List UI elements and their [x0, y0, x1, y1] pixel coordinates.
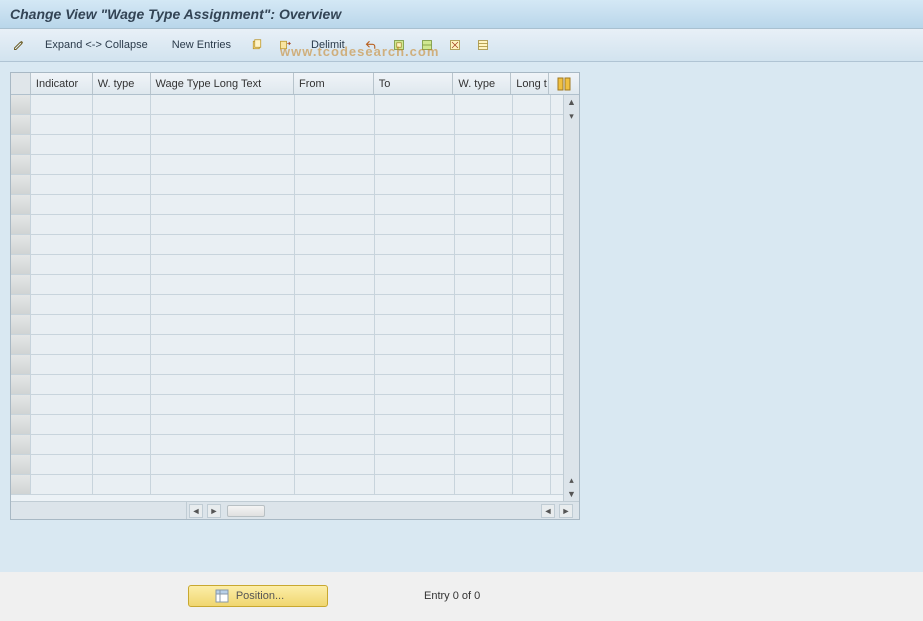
scroll-left-end-icon[interactable]: ◄ [541, 504, 555, 518]
table-row [11, 375, 579, 395]
scrollbar-thumb[interactable] [227, 505, 265, 517]
select-all-handle[interactable] [11, 73, 31, 94]
col-indicator[interactable]: Indicator [31, 73, 93, 94]
row-selector[interactable] [11, 155, 31, 174]
row-selector[interactable] [11, 395, 31, 414]
table-row [11, 115, 579, 135]
row-selector[interactable] [11, 215, 31, 234]
table-row [11, 335, 579, 355]
scroll-up-step-icon[interactable]: ▾ [564, 109, 579, 123]
row-selector[interactable] [11, 235, 31, 254]
select-all-icon[interactable] [388, 34, 410, 56]
select-block-icon[interactable] [416, 34, 438, 56]
table-row [11, 235, 579, 255]
row-selector[interactable] [11, 355, 31, 374]
col-long2[interactable]: Long t [511, 73, 549, 94]
table-row [11, 415, 579, 435]
entry-status: Entry 0 of 0 [424, 590, 480, 602]
scroll-down-arrow-icon[interactable]: ▼ [564, 487, 579, 501]
main-content-area: Indicator W. type Wage Type Long Text Fr… [0, 62, 923, 572]
table-row [11, 195, 579, 215]
position-button-label: Position... [236, 590, 284, 602]
col-to[interactable]: To [374, 73, 454, 94]
table-row [11, 175, 579, 195]
table-row [11, 395, 579, 415]
table-row [11, 435, 579, 455]
row-selector[interactable] [11, 375, 31, 394]
table-row [11, 475, 579, 495]
row-selector[interactable] [11, 335, 31, 354]
undo-icon[interactable] [360, 34, 382, 56]
horizontal-scrollbar[interactable]: ◄ ► ◄ ► [11, 501, 579, 519]
table-settings-icon[interactable] [472, 34, 494, 56]
table-header-row: Indicator W. type Wage Type Long Text Fr… [11, 73, 579, 95]
row-selector[interactable] [11, 195, 31, 214]
copy-icon[interactable] [246, 34, 268, 56]
table-row [11, 135, 579, 155]
table-row [11, 455, 579, 475]
scroll-up-arrow-icon[interactable]: ▲ [564, 95, 579, 109]
row-selector[interactable] [11, 175, 31, 194]
position-button[interactable]: Position... [188, 585, 328, 607]
toggle-display-change-icon[interactable] [8, 34, 30, 56]
deselect-all-icon[interactable] [444, 34, 466, 56]
table-body [11, 95, 579, 519]
table-row [11, 295, 579, 315]
col-wtype2[interactable]: W. type [453, 73, 511, 94]
table-row [11, 155, 579, 175]
expand-collapse-button[interactable]: Expand <-> Collapse [36, 34, 157, 56]
row-selector[interactable] [11, 135, 31, 154]
row-selector[interactable] [11, 315, 31, 334]
table-row [11, 315, 579, 335]
delimit-button[interactable]: Delimit [302, 34, 354, 56]
row-selector[interactable] [11, 115, 31, 134]
table-row [11, 355, 579, 375]
row-selector[interactable] [11, 275, 31, 294]
toolbar: Expand <-> Collapse New Entries Delimit [0, 29, 923, 62]
row-selector[interactable] [11, 415, 31, 434]
row-selector[interactable] [11, 455, 31, 474]
copy-as-icon[interactable] [274, 34, 296, 56]
footer: Position... Entry 0 of 0 [0, 585, 923, 607]
vertical-scrollbar[interactable]: ▲ ▾ ▴ ▼ [563, 95, 579, 501]
page-title: Change View "Wage Type Assignment": Over… [10, 6, 913, 22]
row-selector[interactable] [11, 95, 31, 114]
title-bar: Change View "Wage Type Assignment": Over… [0, 0, 923, 29]
col-wtype[interactable]: W. type [93, 73, 151, 94]
scroll-left-arrow-icon[interactable]: ◄ [189, 504, 203, 518]
row-selector[interactable] [11, 295, 31, 314]
position-icon [214, 588, 230, 604]
row-selector[interactable] [11, 435, 31, 454]
table-row [11, 275, 579, 295]
col-from[interactable]: From [294, 73, 374, 94]
scroll-right-arrow-icon[interactable]: ► [207, 504, 221, 518]
table-config-icon[interactable] [549, 73, 579, 94]
new-entries-button[interactable]: New Entries [163, 34, 240, 56]
col-longtext[interactable]: Wage Type Long Text [151, 73, 294, 94]
table-row [11, 255, 579, 275]
scroll-right-end-icon[interactable]: ► [559, 504, 573, 518]
table-row [11, 95, 579, 115]
row-selector[interactable] [11, 255, 31, 274]
scroll-down-step-icon[interactable]: ▴ [564, 473, 579, 487]
table-row [11, 215, 579, 235]
data-table: Indicator W. type Wage Type Long Text Fr… [10, 72, 580, 520]
row-selector[interactable] [11, 475, 31, 494]
